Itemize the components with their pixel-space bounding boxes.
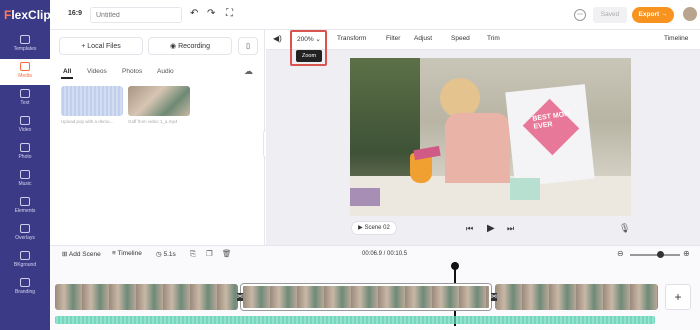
fullscreen-icon[interactable]: ⛶: [226, 8, 233, 19]
add-icon: ⊞: [62, 251, 69, 258]
scene-clip-selected[interactable]: [241, 284, 491, 310]
background-icon: [20, 251, 30, 260]
woman-body: [445, 113, 510, 183]
tab-photos[interactable]: Photos: [122, 68, 142, 75]
transform-button[interactable]: Transform: [337, 35, 366, 42]
video-media-thumb[interactable]: [128, 86, 190, 116]
recording-button[interactable]: ◉ Recording: [148, 37, 232, 55]
duration-button[interactable]: ◷ 5.1s: [156, 250, 176, 258]
audio-track[interactable]: [55, 316, 655, 324]
sidebar-item-branding[interactable]: Branding: [0, 275, 50, 301]
media-panel: [50, 30, 265, 245]
sidebar-item-templates[interactable]: Templates: [0, 32, 50, 58]
scene-clip[interactable]: [55, 284, 238, 310]
elements-icon: [20, 197, 30, 206]
edit-toolbar: [266, 30, 700, 50]
previous-icon[interactable]: ⏮: [466, 224, 473, 234]
sidebar-item-bkground[interactable]: BKground: [0, 248, 50, 274]
speed-button[interactable]: Speed: [451, 35, 470, 42]
media-caption: Upload pop with a demo...: [61, 119, 114, 124]
add-scene-button[interactable]: ⊞ Add Scene: [62, 250, 101, 258]
branding-icon: [20, 278, 30, 287]
slider-thumb[interactable]: [657, 251, 664, 258]
chat-icon[interactable]: ⋯: [574, 9, 586, 21]
aspect-ratio[interactable]: 16:9: [68, 10, 82, 17]
zoom-select[interactable]: 200% ⌄: [297, 35, 321, 43]
timeline-button[interactable]: ≡ Timeline: [112, 250, 142, 257]
playhead-handle[interactable]: [451, 262, 459, 270]
phone-upload-button[interactable]: ▯: [238, 37, 258, 55]
gift-box: [350, 188, 380, 206]
sidebar-item-elements[interactable]: Elements: [0, 194, 50, 220]
video-preview[interactable]: BEST MOM EVER: [350, 58, 631, 216]
avatar[interactable]: [683, 7, 697, 21]
sidebar-item-music[interactable]: Music: [0, 167, 50, 193]
play-icon[interactable]: ▶: [487, 223, 495, 234]
duplicate-icon[interactable]: ❐: [206, 249, 213, 258]
adjust-button[interactable]: Adjust: [414, 35, 432, 42]
media-icon: [20, 62, 30, 71]
transition-icon[interactable]: ⋈: [237, 293, 243, 301]
timeline-zoom-slider[interactable]: [630, 254, 680, 256]
chevron-down-icon: ⌄: [313, 36, 321, 43]
templates-icon: [20, 35, 30, 44]
music-icon: [20, 170, 30, 179]
text-icon: [20, 89, 30, 98]
phone-icon: ▯: [246, 43, 250, 50]
zoom-out-icon[interactable]: ⊖: [617, 249, 624, 258]
scene-selector[interactable]: ▶ Scene 02: [351, 221, 397, 235]
gift-box: [510, 178, 540, 200]
redo-icon[interactable]: ↷: [207, 8, 215, 19]
export-button[interactable]: Export →: [632, 7, 674, 23]
saved-button[interactable]: Saved: [593, 7, 627, 23]
audio-media-thumb[interactable]: [61, 86, 123, 116]
active-tab-underline: [61, 77, 73, 79]
sidebar-item-media[interactable]: Media: [0, 59, 50, 85]
zoom-tooltip: Zoom: [296, 50, 322, 62]
transition-icon[interactable]: ⋈: [491, 293, 497, 301]
sidebar-item-video[interactable]: Video: [0, 113, 50, 139]
cloud-icon[interactable]: ☁: [244, 66, 253, 77]
tab-videos[interactable]: Videos: [87, 68, 107, 75]
app-logo[interactable]: FlexClip: [4, 8, 51, 22]
timeline-toggle[interactable]: Timeline: [664, 35, 688, 42]
undo-icon[interactable]: ↶: [190, 8, 198, 19]
photo-icon: [20, 143, 30, 152]
split-icon[interactable]: ⎘: [190, 249, 196, 259]
tab-all[interactable]: All: [63, 68, 71, 75]
zoom-in-icon[interactable]: ⊕: [683, 249, 690, 258]
tab-audio[interactable]: Audio: [157, 68, 174, 75]
delete-icon[interactable]: 🗑: [222, 249, 232, 258]
next-icon[interactable]: ⏭: [507, 224, 514, 234]
record-icon: ◉: [170, 43, 179, 50]
microphone-icon[interactable]: 🎙: [619, 223, 630, 234]
time-readout: 00:06.9 / 00:10.5: [362, 251, 408, 257]
project-title-input[interactable]: [90, 7, 182, 23]
filter-button[interactable]: Filter: [386, 35, 400, 42]
local-files-button[interactable]: + Local Files: [59, 37, 143, 55]
sidebar-item-photo[interactable]: Photo: [0, 140, 50, 166]
media-caption: Gaff from video 1_a.mp4: [128, 119, 178, 124]
scene-clip[interactable]: [495, 284, 658, 310]
woman-head: [440, 78, 480, 118]
sidebar-item-text[interactable]: Text: [0, 86, 50, 112]
overlays-icon: [20, 224, 30, 233]
trim-button[interactable]: Trim: [487, 35, 500, 42]
video-icon: [20, 116, 30, 125]
add-clip-button[interactable]: +: [665, 284, 691, 310]
volume-icon[interactable]: ◀): [273, 34, 282, 43]
sidebar-item-overlays[interactable]: Overlays: [0, 221, 50, 247]
